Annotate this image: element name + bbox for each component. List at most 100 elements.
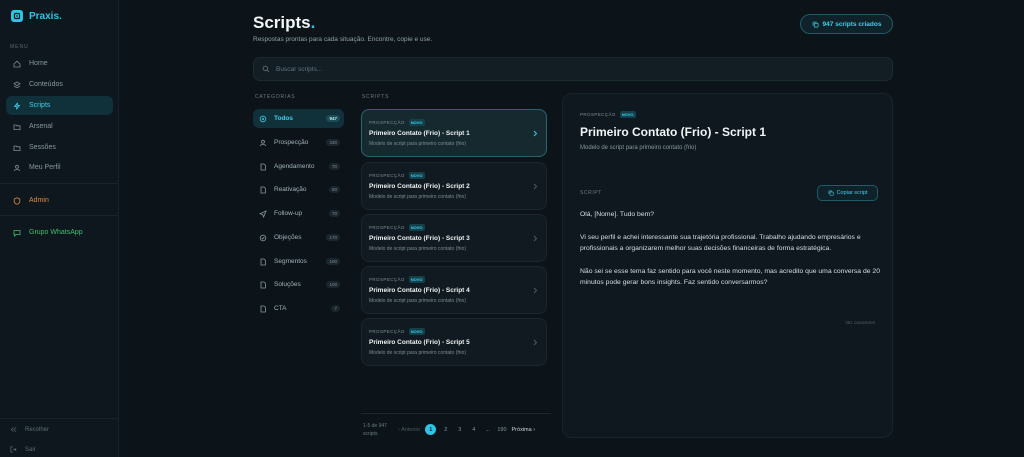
script-card[interactable]: PROSPECÇÃO NOVO Primeiro Contato (Frio) …	[361, 109, 547, 157]
char-count: 351 caracteres	[845, 320, 875, 325]
category-count: 7	[331, 305, 340, 312]
chat-icon	[13, 229, 21, 237]
category-label: Reativação	[274, 186, 307, 193]
page-ellipsis: ...	[485, 426, 491, 433]
copy-icon	[828, 190, 834, 196]
chevron-right-icon	[533, 235, 538, 242]
home-icon	[13, 60, 21, 67]
new-badge: NOVO	[619, 111, 636, 118]
pagination: ‹ Anterior 1 2 3 4 ... 190 Próxima ›	[398, 424, 535, 435]
sidebar-item-label: Conteúdos	[29, 81, 63, 88]
script-body: Olá, [Nome]. Tudo bem? Vi seu perfil e a…	[580, 209, 880, 300]
script-title: Primeiro Contato (Frio) - Script 3	[369, 235, 470, 242]
search-input[interactable]	[276, 65, 876, 73]
category-count: 60	[328, 186, 340, 193]
category-todos[interactable]: Todos 947	[253, 109, 344, 128]
script-card[interactable]: PROSPECÇÃO NOVO Primeiro Contato (Frio) …	[361, 162, 547, 210]
folder-icon	[13, 145, 21, 151]
sidebar-item-admin[interactable]: Admin	[6, 191, 113, 210]
script-desc: Modelo de script para primeiro contato (…	[369, 350, 466, 356]
script-category-tag: PROSPECÇÃO	[369, 225, 405, 230]
pagination-range: 1-5 de 947 scripts	[363, 423, 387, 437]
copy-script-button[interactable]: Copiar script	[817, 185, 878, 201]
sidebar-item-sessoes[interactable]: Sessões	[6, 138, 113, 157]
categories-label: CATEGORIAS	[255, 94, 296, 100]
script-desc: Modelo de script para primeiro contato (…	[369, 298, 466, 304]
page-button[interactable]: 4	[469, 427, 478, 433]
script-card[interactable]: PROSPECÇÃO NOVO Primeiro Contato (Frio) …	[361, 318, 547, 366]
file-icon	[260, 163, 266, 170]
copy-script-label: Copiar script	[836, 190, 868, 196]
category-reativacao[interactable]: Reativação 60	[253, 180, 344, 199]
folder-icon	[13, 124, 21, 130]
search-icon	[262, 65, 270, 73]
sidebar-item-meu-perfil[interactable]: Meu Perfil	[6, 158, 113, 177]
script-title: Primeiro Contato (Frio) - Script 5	[369, 339, 470, 346]
sidebar-item-scripts[interactable]: Scripts	[6, 96, 113, 115]
category-label: Segmentos	[274, 258, 307, 265]
user-icon	[259, 139, 267, 146]
page-button[interactable]: 1	[425, 424, 437, 435]
page-title: Scripts.	[253, 13, 316, 32]
script-detail-panel: PROSPECÇÃO NOVO Primeiro Contato (Frio) …	[562, 93, 893, 438]
sidebar-item-home[interactable]: Home	[6, 54, 113, 73]
sidebar-item-label: Sessões	[29, 144, 56, 151]
grid-icon	[259, 115, 267, 122]
script-card-meta: PROSPECÇÃO NOVO	[369, 172, 425, 179]
brand[interactable]: Praxis.	[11, 10, 62, 22]
sidebar-item-label: Arsenal	[29, 123, 53, 130]
category-agendamento[interactable]: Agendamento 70	[253, 157, 344, 176]
copy-icon	[812, 21, 819, 27]
chevron-right-icon	[533, 287, 538, 294]
shield-icon	[259, 234, 267, 241]
collapse-label: Recolher	[25, 426, 50, 433]
script-paragraph: Olá, [Nome]. Tudo bem?	[580, 211, 655, 218]
category-prospeccao[interactable]: Prospecção 330	[253, 133, 344, 152]
script-desc: Modelo de script para primeiro contato (…	[369, 246, 466, 252]
category-label: CTA	[274, 305, 287, 312]
logout-button[interactable]: Sair	[10, 446, 36, 453]
prev-page-button[interactable]: ‹ Anterior	[398, 427, 420, 433]
category-count: 330	[326, 139, 340, 146]
shield-icon	[13, 196, 21, 205]
page-button[interactable]: 190	[497, 427, 506, 433]
category-label: Objeções	[274, 234, 302, 241]
next-page-button[interactable]: Próxima ›	[512, 427, 536, 433]
category-label: Soluções	[274, 281, 301, 288]
category-segmentos[interactable]: Segmentos 100	[253, 252, 344, 271]
script-category-tag: PROSPECÇÃO	[369, 173, 405, 178]
search-bar[interactable]	[253, 57, 893, 81]
sidebar-item-conteudos[interactable]: Conteúdos	[6, 75, 113, 94]
script-card-meta: PROSPECÇÃO NOVO	[369, 224, 425, 231]
brand-logo-icon	[11, 10, 23, 22]
sidebar: Praxis. MENU Home Conteúdos Scripts Arse…	[0, 0, 119, 457]
category-label: Follow-up	[274, 210, 303, 217]
new-badge: NOVO	[408, 276, 425, 283]
page-button[interactable]: 2	[441, 427, 450, 433]
sidebar-item-label: Grupo WhatsApp	[29, 229, 83, 236]
next-page-label: Próxima	[511, 426, 532, 433]
sidebar-item-label: Scripts	[29, 102, 51, 109]
sidebar-item-label: Meu Perfil	[29, 164, 61, 171]
script-paragraph: Vi seu perfil e achei interessante sua t…	[580, 234, 861, 252]
collapse-button[interactable]: Recolher	[10, 426, 49, 433]
sidebar-item-label: Admin	[29, 197, 49, 204]
file-icon	[260, 281, 266, 288]
chevron-right-icon	[533, 183, 538, 190]
file-icon	[260, 186, 266, 193]
category-cta[interactable]: CTA 7	[253, 299, 344, 318]
category-follow-up[interactable]: Follow-up 70	[253, 204, 344, 223]
script-card[interactable]: PROSPECÇÃO NOVO Primeiro Contato (Frio) …	[361, 266, 547, 314]
new-badge: NOVO	[408, 172, 425, 179]
category-objecoes[interactable]: Objeções 170	[253, 228, 344, 247]
script-desc: Modelo de script para primeiro contato (…	[369, 141, 466, 147]
menu-section-label: MENU	[10, 44, 29, 50]
page-button[interactable]: 3	[455, 427, 464, 433]
script-card[interactable]: PROSPECÇÃO NOVO Primeiro Contato (Frio) …	[361, 214, 547, 262]
sidebar-item-whatsapp[interactable]: Grupo WhatsApp	[6, 223, 113, 242]
scripts-label: SCRIPTS	[362, 94, 390, 100]
script-title: Primeiro Contato (Frio) - Script 1	[369, 130, 470, 137]
sidebar-item-arsenal[interactable]: Arsenal	[6, 117, 113, 136]
script-card-meta: PROSPECÇÃO NOVO	[369, 119, 425, 126]
category-solucoes[interactable]: Soluções 100	[253, 275, 344, 294]
